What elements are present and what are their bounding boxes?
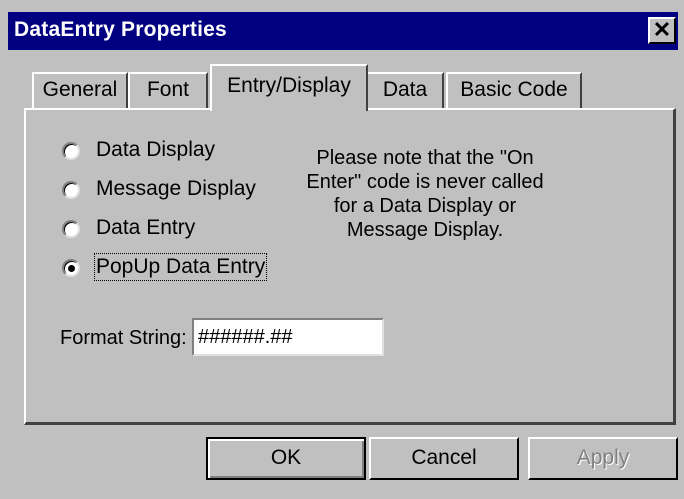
tab-data[interactable]: Data [366, 72, 444, 108]
tab-general-label: General [42, 78, 118, 101]
radio-button[interactable] [62, 259, 80, 277]
radio-button[interactable] [62, 220, 80, 238]
format-string-input[interactable] [192, 318, 384, 356]
title-bar[interactable]: DataEntry Properties ✕ [8, 12, 678, 50]
apply-button[interactable]: Apply [528, 437, 678, 480]
tab-basic-code-label: Basic Code [460, 78, 568, 101]
properties-dialog: DataEntry Properties ✕ General Font Entr… [0, 0, 684, 499]
radio-selected-dot [68, 265, 75, 272]
ok-button-label: OK [270, 446, 302, 469]
radio-label: Data Entry [96, 216, 196, 239]
tab-general[interactable]: General [32, 72, 128, 108]
tab-basic-code[interactable]: Basic Code [446, 72, 582, 108]
radio-label: Message Display [96, 177, 256, 200]
tab-entry-display[interactable]: Entry/Display [210, 64, 368, 111]
tab-font[interactable]: Font [128, 72, 208, 108]
radio-label: Data Display [96, 138, 216, 161]
tab-data-label: Data [382, 78, 428, 101]
radio-button[interactable] [62, 181, 80, 199]
radio-button[interactable] [62, 142, 80, 160]
apply-button-label: Apply [576, 446, 630, 469]
radio-label: PopUp Data Entry [93, 253, 268, 281]
tab-entry-display-label: Entry/Display [227, 74, 351, 97]
ok-button[interactable]: OK [206, 437, 366, 480]
cancel-button[interactable]: Cancel [369, 437, 519, 480]
info-note: Please note that the "On Enter" code is … [306, 147, 544, 241]
tab-font-label: Font [146, 78, 190, 101]
window-title: DataEntry Properties [14, 18, 227, 41]
cancel-button-label: Cancel [411, 446, 477, 469]
close-button[interactable]: ✕ [648, 17, 676, 44]
close-icon: ✕ [652, 17, 672, 42]
format-string-label: Format String: [60, 327, 187, 349]
